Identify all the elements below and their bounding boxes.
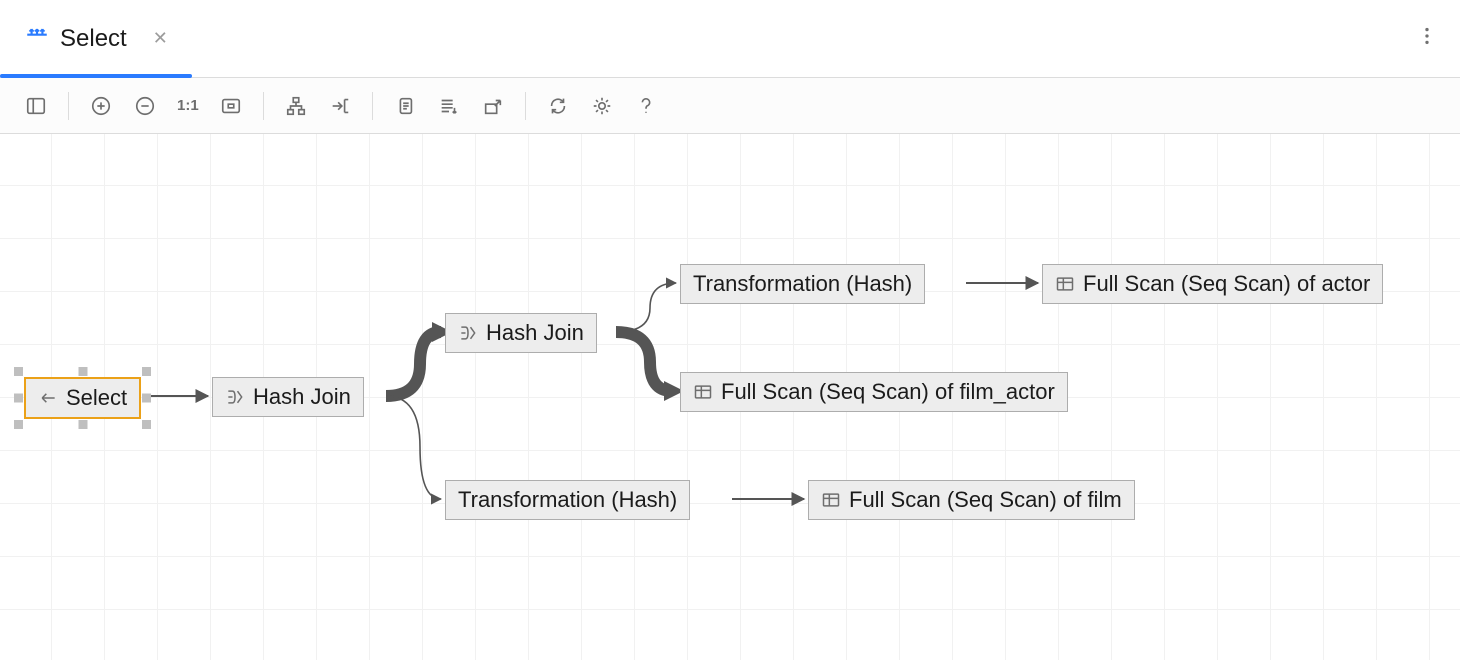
refresh-button[interactable] [540,88,576,124]
node-full-scan-film-actor[interactable]: Full Scan (Seq Scan) of film_actor [680,372,1068,412]
toolbar-separator [525,92,526,120]
tab-title: Select [60,25,127,53]
join-icon [225,387,245,407]
node-full-scan-actor[interactable]: Full Scan (Seq Scan) of actor [1042,264,1383,304]
join-icon [458,323,478,343]
node-label: Hash Join [486,320,584,346]
tab-select[interactable]: Select ✕ [0,0,192,77]
node-hash-join-2[interactable]: Hash Join [445,313,597,353]
query-plan-icon [24,26,50,52]
node-label: Select [66,385,127,411]
zoom-reset-button[interactable]: 1:1 [171,88,205,124]
node-label: Transformation (Hash) [458,487,677,513]
diagram-canvas[interactable]: Select Hash Join Hash Join Transformatio… [0,134,1460,660]
fit-to-screen-button[interactable] [213,88,249,124]
settings-button[interactable] [584,88,620,124]
toolbar: 1:1 [0,78,1460,134]
toolbar-separator [68,92,69,120]
zoom-out-button[interactable] [127,88,163,124]
node-full-scan-film[interactable]: Full Scan (Seq Scan) of film [808,480,1135,520]
node-transformation-hash-top[interactable]: Transformation (Hash) [680,264,925,304]
toggle-side-panel-button[interactable] [18,88,54,124]
export-button[interactable] [475,88,511,124]
node-label: Full Scan (Seq Scan) of actor [1083,271,1370,297]
zoom-in-button[interactable] [83,88,119,124]
toolbar-separator [372,92,373,120]
help-button[interactable] [628,88,664,124]
zoom-reset-label: 1:1 [177,97,199,114]
node-label: Full Scan (Seq Scan) of film_actor [721,379,1055,405]
layout-tree-button[interactable] [278,88,314,124]
collapse-into-button[interactable] [322,88,358,124]
node-transformation-hash-bottom[interactable]: Transformation (Hash) [445,480,690,520]
node-hash-join-1[interactable]: Hash Join [212,377,364,417]
table-icon [821,490,841,510]
tab-strip: Select ✕ [0,0,1460,78]
tab-overflow-button[interactable] [1416,25,1438,52]
tab-close-button[interactable]: ✕ [153,28,168,49]
node-label: Full Scan (Seq Scan) of film [849,487,1122,513]
node-label: Transformation (Hash) [693,271,912,297]
table-icon [693,382,713,402]
table-icon [1055,274,1075,294]
tab-active-indicator [0,74,192,78]
node-label: Hash Join [253,384,351,410]
copy-button[interactable] [387,88,423,124]
list-details-button[interactable] [431,88,467,124]
arrow-left-icon [38,388,58,408]
node-select[interactable]: Select [24,377,141,419]
toolbar-separator [263,92,264,120]
